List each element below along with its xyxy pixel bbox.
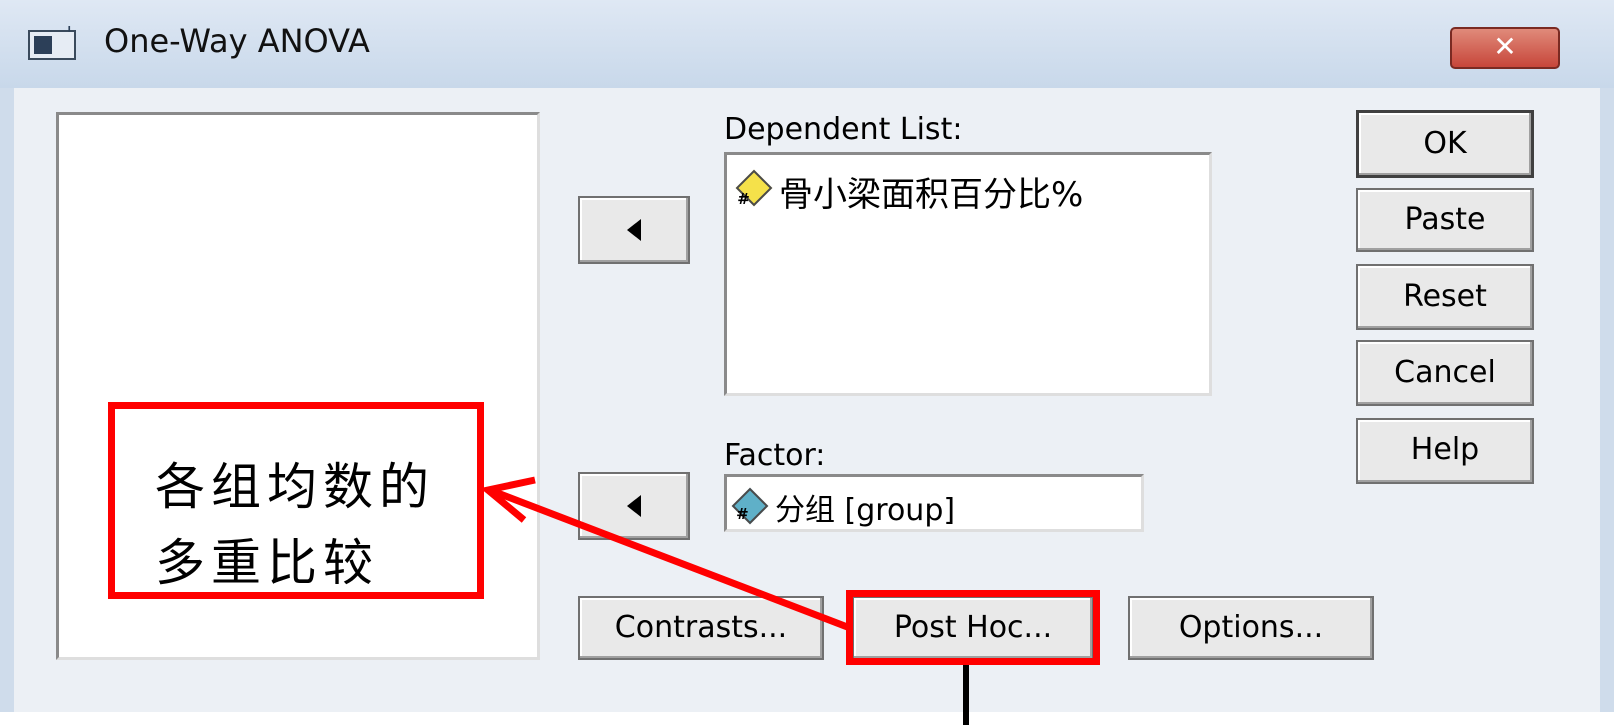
annotation-arrow-line — [493, 488, 852, 632]
annotation-arrow — [480, 476, 969, 725]
